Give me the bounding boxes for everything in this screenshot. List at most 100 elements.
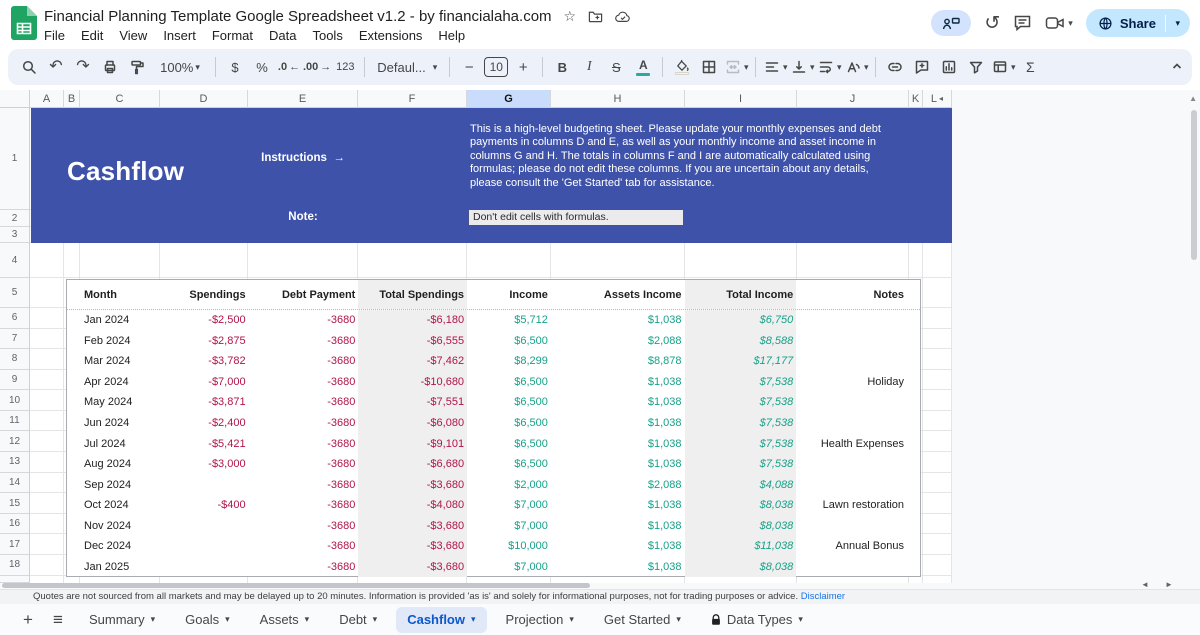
text-wrap-button[interactable]: ▾	[816, 54, 842, 80]
sheet-tab-assets[interactable]: Assets▾	[249, 607, 321, 633]
column-header-H[interactable]: H	[551, 90, 685, 108]
menu-extensions[interactable]: Extensions	[351, 26, 431, 45]
table-cell[interactable]: -3680	[249, 536, 359, 557]
column-header-A[interactable]: A	[30, 90, 64, 108]
table-cell[interactable]	[161, 515, 249, 536]
table-cell[interactable]: $8,038	[685, 515, 797, 536]
grid-canvas[interactable]: Cashflow Instructions → This is a high-l…	[30, 108, 952, 583]
borders-button[interactable]	[696, 54, 722, 80]
table-cell[interactable]: $1,038	[551, 392, 685, 413]
table-cell[interactable]	[796, 413, 920, 434]
table-cell[interactable]: $2,088	[551, 474, 685, 495]
table-cell[interactable]: -$6,180	[358, 310, 467, 331]
disclaimer-link[interactable]: Disclaimer	[801, 591, 845, 602]
menu-file[interactable]: File	[36, 26, 73, 45]
table-cell[interactable]	[796, 392, 920, 413]
search-menus-button[interactable]	[16, 54, 42, 80]
column-header-E[interactable]: E	[248, 90, 358, 108]
hidden-columns-icon[interactable]: ◂	[939, 94, 943, 103]
filter-views-button[interactable]: ▾	[990, 54, 1016, 80]
italic-button[interactable]: I	[576, 54, 602, 80]
table-cell[interactable]	[161, 557, 249, 578]
table-cell[interactable]	[161, 474, 249, 495]
format-percent-button[interactable]: %	[249, 54, 275, 80]
cloud-status-icon[interactable]	[615, 10, 631, 23]
table-cell[interactable]: $7,538	[685, 433, 797, 454]
all-sheets-button[interactable]: ≡	[44, 607, 72, 633]
table-cell[interactable]: -$3,680	[358, 474, 467, 495]
menu-help[interactable]: Help	[430, 26, 473, 45]
column-header-L[interactable]: L◂	[923, 90, 952, 108]
table-cell[interactable]: $7,538	[685, 372, 797, 393]
table-cell[interactable]: $7,000	[467, 515, 551, 536]
table-cell[interactable]	[796, 331, 920, 352]
table-cell[interactable]: Sep 2024	[67, 474, 161, 495]
row-header-11[interactable]: 11	[0, 411, 30, 432]
insert-link-button[interactable]	[882, 54, 908, 80]
table-cell[interactable]: Jun 2024	[67, 413, 161, 434]
table-cell[interactable]	[796, 474, 920, 495]
insert-comment-button[interactable]	[909, 54, 935, 80]
menu-format[interactable]: Format	[204, 26, 261, 45]
tab-menu-icon[interactable]: ▾	[151, 614, 156, 625]
text-rotation-button[interactable]: ▾	[843, 54, 869, 80]
row-header-5[interactable]: 5	[0, 278, 30, 308]
table-cell[interactable]: Apr 2024	[67, 372, 161, 393]
row-header-15[interactable]: 15	[0, 493, 30, 514]
sheet-tab-summary[interactable]: Summary▾	[78, 607, 166, 633]
table-cell[interactable]	[796, 351, 920, 372]
row-header-6[interactable]: 6	[0, 308, 30, 329]
tab-menu-icon[interactable]: ▾	[305, 614, 310, 625]
font-select[interactable]: Defaul...▾	[371, 54, 443, 80]
table-cell[interactable]: -3680	[249, 433, 359, 454]
table-cell[interactable]: $10,000	[467, 536, 551, 557]
table-cell[interactable]: -3680	[249, 515, 359, 536]
table-cell[interactable]: $1,038	[551, 454, 685, 475]
row-header-3[interactable]: 3	[0, 227, 30, 243]
table-cell[interactable]: -3680	[249, 310, 359, 331]
table-cell[interactable]: $6,750	[685, 310, 797, 331]
sheet-tab-debt[interactable]: Debt▾	[328, 607, 388, 633]
table-cell[interactable]: $2,088	[551, 331, 685, 352]
table-cell[interactable]: $6,500	[467, 433, 551, 454]
table-cell[interactable]	[796, 310, 920, 331]
vertical-align-button[interactable]: ▾	[789, 54, 815, 80]
comments-icon[interactable]	[1013, 14, 1032, 32]
select-all-corner[interactable]	[0, 90, 30, 108]
hide-menus-button[interactable]	[1170, 59, 1184, 76]
tab-menu-icon[interactable]: ▾	[798, 614, 803, 625]
column-header-B[interactable]: B	[64, 90, 80, 108]
table-cell[interactable]: -3680	[249, 351, 359, 372]
share-dropdown-icon[interactable]: ▾	[1175, 18, 1180, 29]
table-cell[interactable]: $2,000	[467, 474, 551, 495]
table-cell[interactable]: $6,500	[467, 454, 551, 475]
column-header-J[interactable]: J	[797, 90, 909, 108]
create-filter-button[interactable]	[963, 54, 989, 80]
paint-format-button[interactable]	[124, 54, 150, 80]
table-cell[interactable]: -$3,000	[161, 454, 249, 475]
row-header-1[interactable]: 1	[0, 108, 30, 210]
more-formats-button[interactable]: 123	[332, 54, 358, 80]
sheet-tab-projection[interactable]: Projection▾	[495, 607, 585, 633]
sheets-logo-icon[interactable]	[11, 6, 37, 45]
table-cell[interactable]: Jul 2024	[67, 433, 161, 454]
table-cell[interactable]: -$10,680	[358, 372, 467, 393]
table-cell[interactable]: Aug 2024	[67, 454, 161, 475]
tab-menu-icon[interactable]: ▾	[471, 614, 476, 625]
table-cell[interactable]: $5,712	[467, 310, 551, 331]
row-header-16[interactable]: 16	[0, 514, 30, 535]
table-cell[interactable]: -$3,871	[161, 392, 249, 413]
table-cell[interactable]: Mar 2024	[67, 351, 161, 372]
table-cell[interactable]: $7,538	[685, 454, 797, 475]
table-cell[interactable]: -3680	[249, 495, 359, 516]
text-color-button[interactable]: A	[630, 54, 656, 80]
version-history-icon[interactable]: ↺	[984, 14, 1000, 33]
table-cell[interactable]: Dec 2024	[67, 536, 161, 557]
scroll-left-icon[interactable]: ◄	[1141, 580, 1149, 589]
row-header-2[interactable]: 2	[0, 210, 30, 227]
row-header-13[interactable]: 13	[0, 452, 30, 473]
menu-insert[interactable]: Insert	[155, 26, 204, 45]
table-cell[interactable]: -3680	[249, 392, 359, 413]
table-cell[interactable]: $1,038	[551, 495, 685, 516]
horizontal-scrollbar[interactable]	[2, 583, 590, 588]
